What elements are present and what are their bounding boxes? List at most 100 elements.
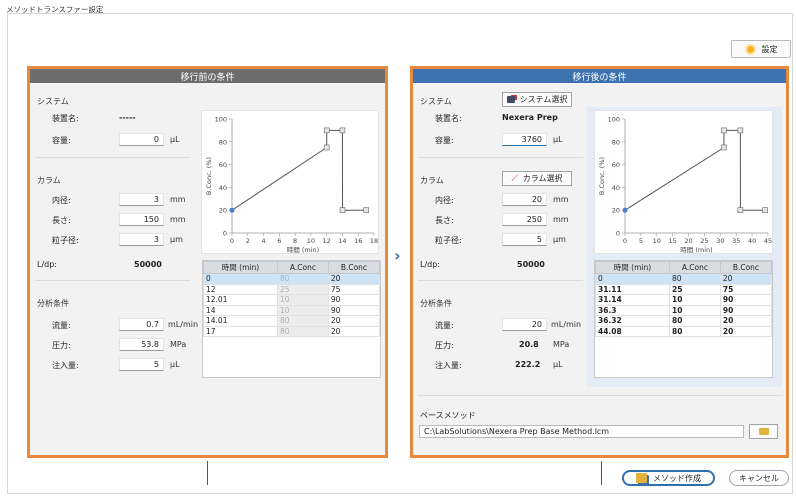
- table-cell: 20: [327, 325, 381, 337]
- flow-unit: mL/min: [551, 320, 582, 329]
- data-point: [339, 207, 346, 213]
- series-line: [231, 129, 367, 211]
- injection-label: 注入量:: [435, 361, 462, 370]
- y-tick-label: 0: [616, 230, 620, 238]
- data-point: [622, 207, 628, 213]
- table-cell: 20: [719, 325, 773, 337]
- x-tick-label: 35: [732, 237, 740, 245]
- table-cell: 31.14: [595, 294, 670, 306]
- injection-label: 注入量:: [52, 361, 79, 370]
- settings-icon: [744, 43, 756, 55]
- column-section-label: カラム: [420, 176, 444, 185]
- table-cell: 20: [327, 315, 381, 327]
- table-cell: 36.32: [595, 315, 670, 327]
- pressure-input[interactable]: 53.8: [119, 338, 164, 351]
- x-tick-label: 0: [230, 237, 234, 245]
- flow-input[interactable]: 0.7: [119, 318, 164, 331]
- table-header-time: 時間 (min): [595, 261, 670, 274]
- injection-input[interactable]: 5: [119, 358, 164, 371]
- table-row[interactable]: 14.01 80 20: [203, 315, 381, 327]
- system-select-button[interactable]: システム選択: [502, 92, 572, 107]
- table-cell: 75: [327, 283, 381, 295]
- volume-input[interactable]: 3760: [502, 133, 547, 146]
- table-cell: 10: [277, 304, 329, 316]
- y-tick-label: 40: [612, 184, 620, 192]
- separator: [35, 157, 190, 158]
- device-label: 装置名:: [435, 114, 462, 123]
- system-icon: [506, 96, 515, 103]
- x-tick-label: 18: [370, 237, 378, 245]
- length-input[interactable]: 150: [119, 213, 164, 226]
- gradient-chart: 0 20 40 60 80 100 0 2 4 6 8 10 12 14 16 18 時間 (min) B.Con…: [201, 110, 379, 254]
- x-tick-label: 5: [639, 237, 643, 245]
- x-tick-label: 45: [764, 237, 772, 245]
- id-input[interactable]: 20: [502, 193, 547, 206]
- flow-unit: mL/min: [168, 320, 199, 329]
- y-tick-label: 100: [215, 116, 227, 124]
- table-row[interactable]: 0 80 20: [595, 273, 773, 285]
- id-input[interactable]: 3: [119, 193, 164, 206]
- table-row[interactable]: 12 25 75: [203, 283, 381, 295]
- table-cell: 90: [719, 294, 773, 306]
- data-point: [323, 127, 330, 134]
- volume-input[interactable]: 0: [119, 133, 164, 146]
- browse-button[interactable]: [749, 424, 778, 439]
- particle-unit: μm: [170, 235, 183, 244]
- system-select-label: システム選択: [519, 95, 568, 104]
- before-panel-title: 移行前の条件: [180, 72, 235, 83]
- data-point: [737, 207, 744, 213]
- table-cell: 80: [669, 315, 721, 327]
- table-row[interactable]: 44.08 80 20: [595, 325, 773, 337]
- table-cell: 20: [719, 315, 773, 327]
- before-panel: 移行前の条件 システム 装置名: ----- 容量: 0 μL カラム 内径: …: [27, 66, 388, 458]
- create-method-button[interactable]: メソッド作成: [622, 470, 715, 486]
- gradient-table: 時間 (min) A.Conc B.Conc 0 80 20 31.11 25 75 31.…: [594, 260, 773, 378]
- table-row[interactable]: 12.01 10 90: [203, 294, 381, 306]
- table-row[interactable]: 31.11 25 75: [595, 283, 773, 295]
- cancel-button[interactable]: キャンセル: [729, 470, 789, 486]
- table-cell: 20: [719, 273, 773, 285]
- particle-unit: μm: [553, 235, 566, 244]
- table-cell: 20: [327, 273, 381, 285]
- create-method-label: メソッド作成: [653, 473, 701, 483]
- settings-button[interactable]: 設定: [731, 40, 791, 58]
- base-method-path-input[interactable]: C:\LabSolutions\Nexera Prep Base Method.…: [419, 425, 744, 438]
- injection-value: 222.2: [515, 360, 541, 369]
- x-tick-label: 6: [277, 237, 281, 245]
- table-cell: 14: [203, 304, 278, 316]
- device-value: Nexera Prep: [502, 113, 558, 122]
- volume-label: 容量:: [52, 136, 71, 145]
- id-label: 内径:: [435, 196, 454, 205]
- y-tick-label: 0: [223, 230, 227, 238]
- length-label: 長さ:: [52, 216, 71, 225]
- separator: [418, 280, 583, 281]
- create-method-icon: [636, 473, 647, 483]
- callout-line: [601, 461, 602, 485]
- conditions-section-label: 分析条件: [420, 299, 452, 308]
- table-row[interactable]: 31.14 10 90: [595, 294, 773, 306]
- particle-input[interactable]: 3: [119, 233, 164, 246]
- particle-label: 粒子径:: [435, 236, 462, 245]
- y-axis-label: B.Conc. (%): [598, 157, 606, 195]
- table-row[interactable]: 36.3 10 90: [595, 304, 773, 316]
- table-row[interactable]: 0 80 20: [203, 273, 381, 285]
- flow-input[interactable]: 20: [502, 318, 547, 331]
- x-tick-label: 12: [323, 237, 331, 245]
- table-row[interactable]: 17 80 20: [203, 325, 381, 337]
- table-header-aconc: A.Conc: [277, 261, 329, 274]
- system-section-label: システム: [420, 97, 452, 106]
- length-input[interactable]: 250: [502, 213, 547, 226]
- table-row[interactable]: 36.32 80 20: [595, 315, 773, 327]
- ldp-value: 50000: [517, 260, 545, 269]
- particle-input[interactable]: 5: [502, 233, 547, 246]
- device-label: 装置名:: [52, 114, 79, 123]
- table-header-bconc: B.Conc: [719, 261, 773, 274]
- id-unit: mm: [170, 195, 186, 204]
- table-row[interactable]: 14 10 90: [203, 304, 381, 316]
- id-unit: mm: [553, 195, 569, 204]
- series-line: [624, 129, 766, 211]
- settings-label: 設定: [761, 44, 778, 54]
- column-select-button[interactable]: ⟋ カラム選択: [502, 171, 572, 186]
- volume-unit: μL: [553, 135, 563, 144]
- id-label: 内径:: [52, 196, 71, 205]
